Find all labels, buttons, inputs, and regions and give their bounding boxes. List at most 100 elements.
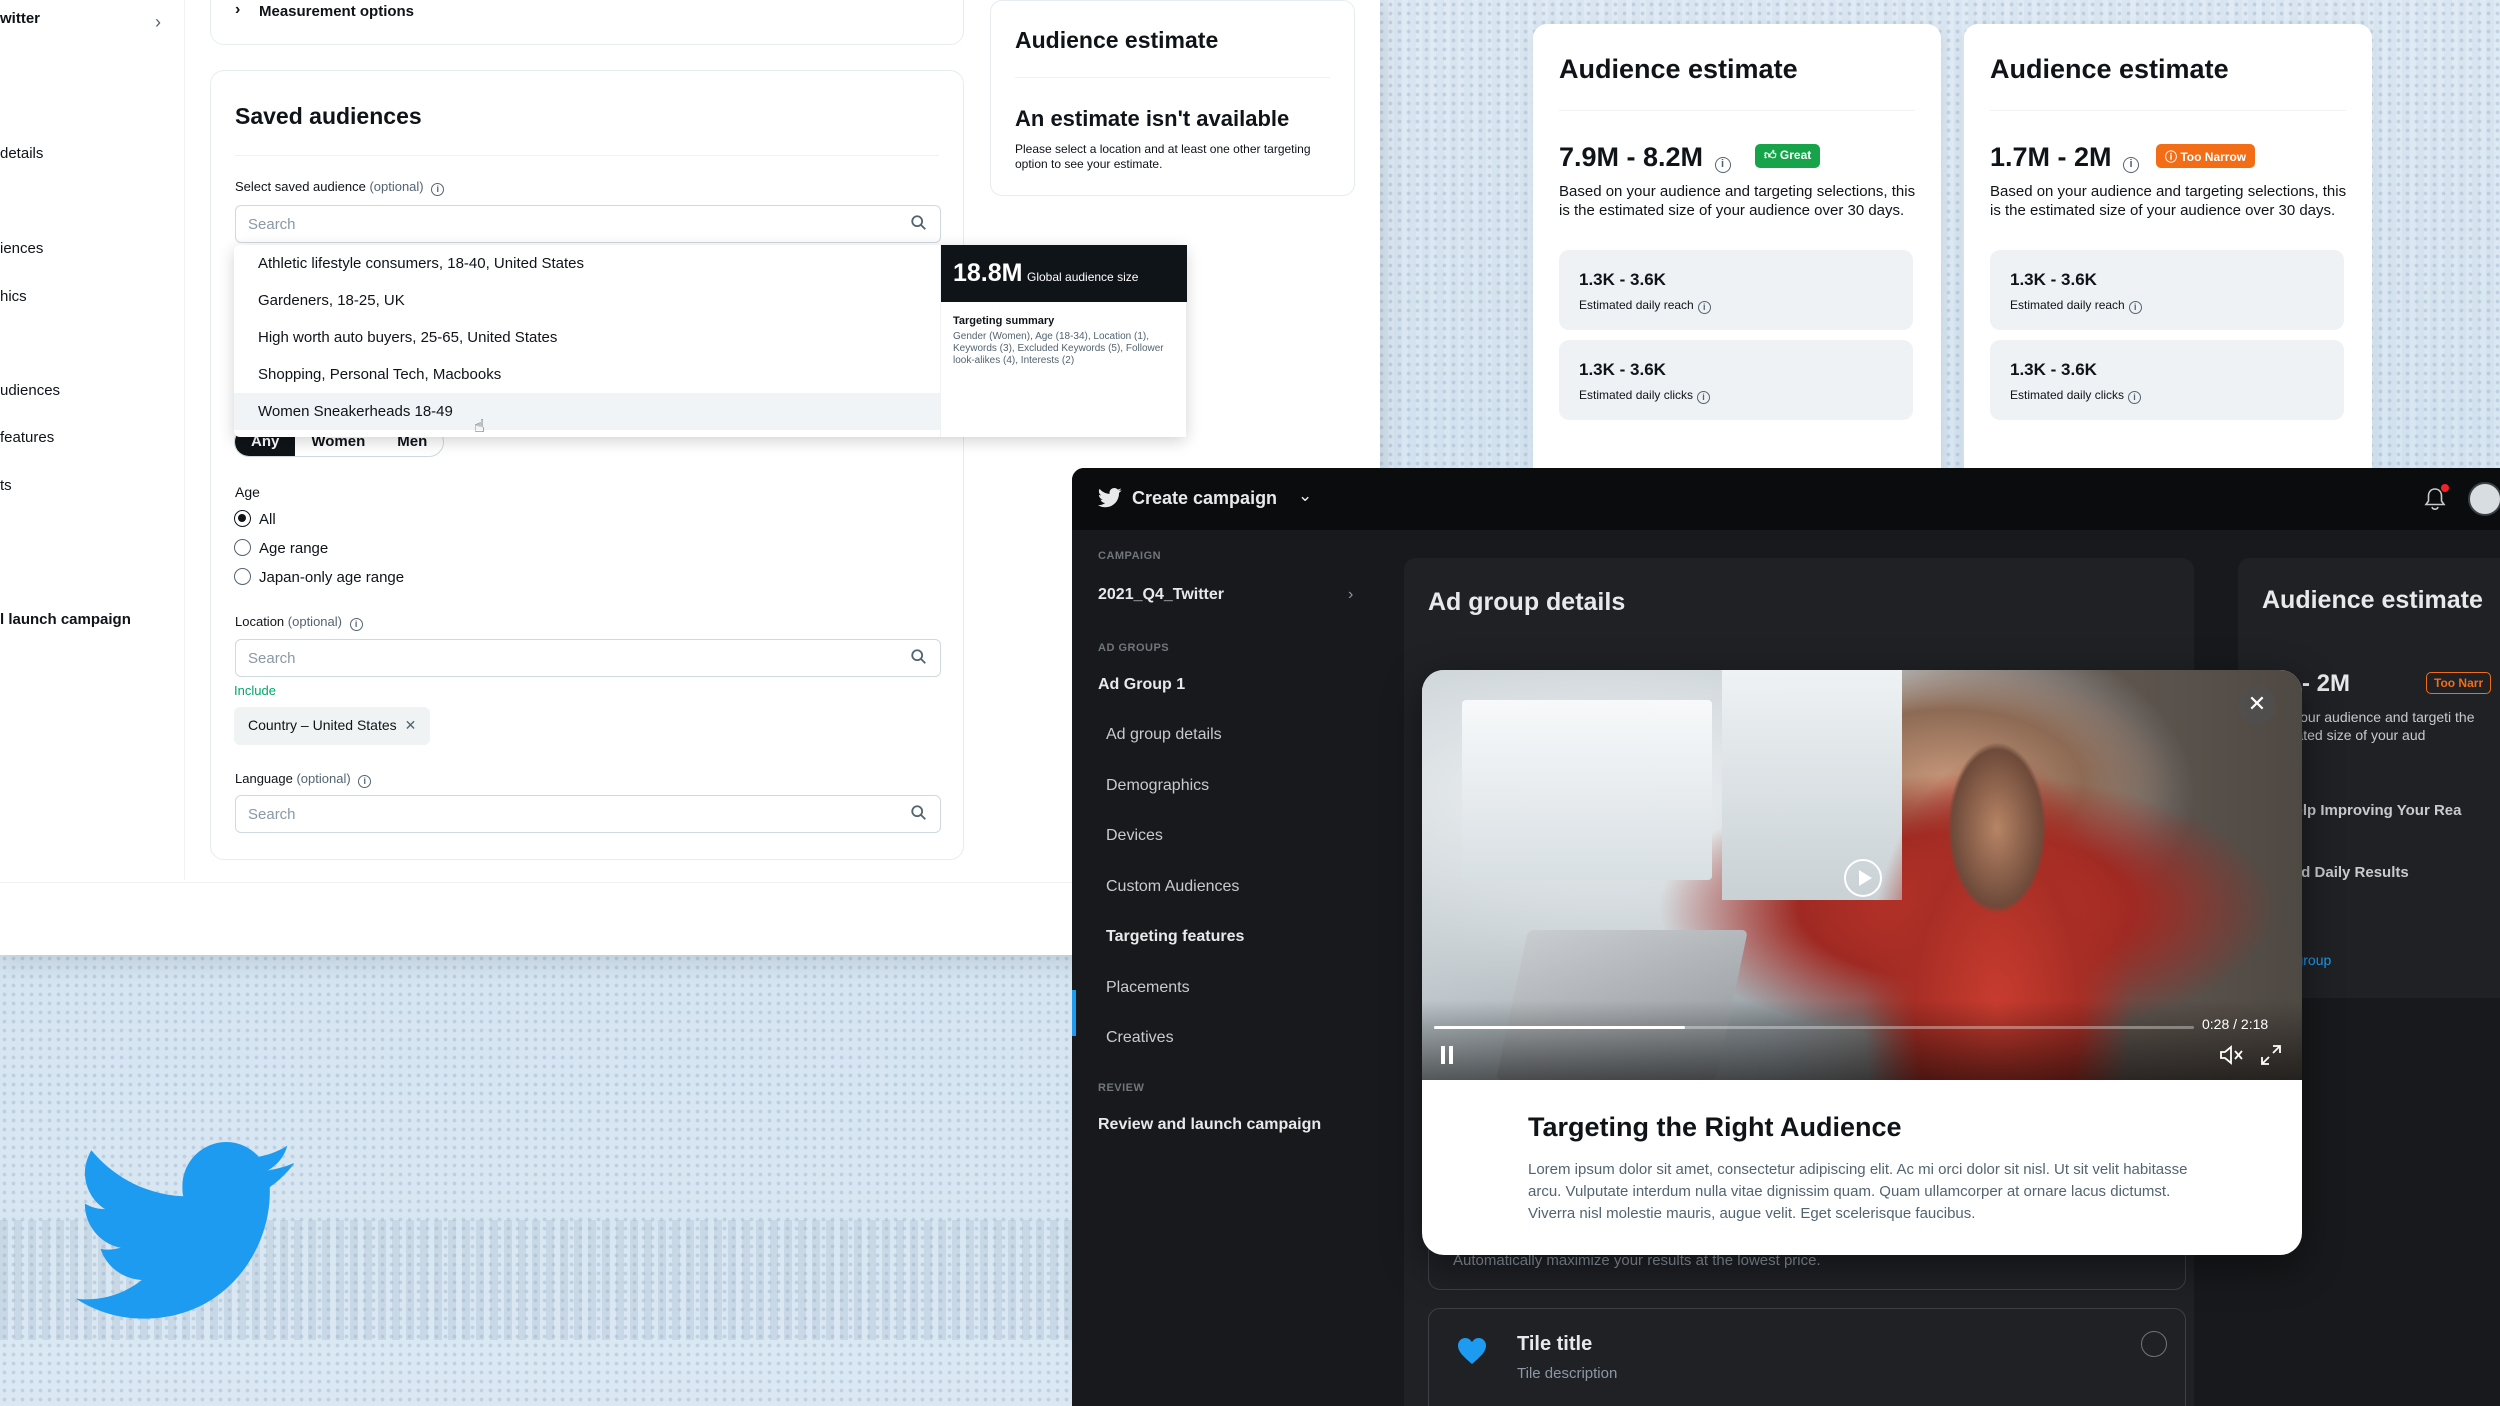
sidebar-item-placements[interactable]: ts bbox=[0, 477, 12, 494]
sidebar-item-custom-audiences[interactable]: udiences bbox=[0, 382, 60, 399]
location-label: Location (optional) i bbox=[235, 614, 363, 631]
info-icon[interactable]: i bbox=[2123, 157, 2140, 173]
dropdown-option[interactable]: Athletic lifestyle consumers, 18-40, Uni… bbox=[234, 245, 940, 282]
measurement-options-card[interactable]: › Measurement options bbox=[210, 0, 964, 45]
fullscreen-icon[interactable] bbox=[2260, 1044, 2282, 1066]
nav-item-devices[interactable]: Devices bbox=[1106, 827, 1163, 845]
status-badge-too-narrow: ⓘ Too Narrow bbox=[2156, 144, 2256, 168]
nav-item-targeting-features[interactable]: Targeting features bbox=[1106, 928, 1244, 946]
pause-icon[interactable] bbox=[1440, 1046, 1454, 1064]
optional-tag: (optional) bbox=[287, 614, 342, 629]
nav-item-creatives[interactable]: Creatives bbox=[1106, 1029, 1174, 1047]
dropdown-option[interactable]: Gardeners, 18-25, UK bbox=[234, 282, 940, 319]
section-label-review: REVIEW bbox=[1098, 1082, 1145, 1094]
sidebar-item-targeting-features[interactable]: features bbox=[0, 429, 54, 446]
nav-item-ad-group-details[interactable]: Ad group details bbox=[1106, 726, 1222, 744]
label-text: Estimated daily clicks bbox=[1579, 388, 1694, 402]
chip-label: Country – United States bbox=[248, 717, 397, 733]
optional-tag: (optional) bbox=[296, 771, 351, 786]
info-icon[interactable]: i bbox=[358, 775, 372, 788]
campaign-sidebar: CAMPAIGN 2021_Q4_Twitter › AD GROUPS Ad … bbox=[1072, 530, 1382, 1406]
nav-item-review-launch[interactable]: Review and launch campaign bbox=[1098, 1116, 1321, 1134]
optional-tag: (optional) bbox=[369, 179, 424, 194]
search-icon bbox=[911, 215, 926, 230]
location-chip[interactable]: Country – United States ✕ bbox=[234, 707, 431, 745]
age-option-japan[interactable]: Japan-only age range bbox=[234, 568, 404, 586]
sidebar-item-details[interactable]: details bbox=[0, 145, 43, 162]
radio-icon[interactable] bbox=[234, 568, 251, 585]
sidebar-item-campaign[interactable]: witter bbox=[0, 10, 40, 27]
info-icon[interactable]: i bbox=[2128, 301, 2142, 314]
sidebar-item-demographics[interactable]: hics bbox=[0, 288, 27, 305]
pointer-cursor-icon: ☝ bbox=[474, 416, 485, 436]
estimate-unavailable-heading: An estimate isn't available bbox=[1015, 106, 1290, 131]
video-player[interactable]: ✕ 0:28 / 2:18 bbox=[1422, 670, 2302, 1080]
global-size-value: 18.8M bbox=[953, 259, 1023, 287]
targeting-summary-text: Gender (Women), Age (18-34), Location (1… bbox=[953, 331, 1164, 366]
nav-item-demographics[interactable]: Demographics bbox=[1106, 777, 1209, 795]
chevron-down-icon[interactable]: ⌄ bbox=[1298, 486, 1312, 506]
notification-dot bbox=[2441, 484, 2449, 492]
estimate-range-value: 7.9M - 8.2M bbox=[1559, 142, 1704, 172]
info-icon[interactable]: i bbox=[1697, 301, 1711, 314]
estimate-title: Audience estimate bbox=[2262, 586, 2483, 614]
metric-value: 1.3K - 3.6K bbox=[2010, 270, 2097, 289]
dropdown-option[interactable]: High worth auto buyers, 25-65, United St… bbox=[234, 319, 940, 356]
info-icon[interactable]: i bbox=[349, 618, 363, 631]
search-placeholder: Search bbox=[248, 650, 296, 667]
campaign-name-item[interactable]: 2021_Q4_Twitter bbox=[1098, 586, 1224, 604]
info-icon[interactable]: i bbox=[1714, 157, 1731, 173]
tile-card[interactable]: Tile title Tile description bbox=[1428, 1308, 2186, 1406]
nav-item-custom-audiences[interactable]: Custom Audiences bbox=[1106, 878, 1239, 896]
language-search-input[interactable]: Search bbox=[235, 795, 941, 833]
label-text: Location bbox=[235, 614, 285, 629]
badge-label: Great bbox=[1779, 148, 1812, 162]
global-size-header: 18.8M Global audience size bbox=[941, 245, 1187, 302]
location-search-input[interactable]: Search bbox=[235, 639, 941, 677]
nav-item-placements[interactable]: Placements bbox=[1106, 979, 1190, 997]
audience-estimate-card-great: Audience estimate 7.9M - 8.2M i 👍︎ Great… bbox=[1533, 24, 1941, 484]
age-option-range[interactable]: Age range bbox=[234, 539, 328, 557]
estimate-range-value: 1.7M - 2M bbox=[1990, 142, 2112, 172]
chevron-right-icon[interactable]: › bbox=[155, 12, 161, 33]
dropdown-option-highlighted[interactable]: Women Sneakerheads 18-49 bbox=[234, 393, 940, 430]
campaign-title[interactable]: Create campaign bbox=[1132, 488, 1277, 509]
saved-audience-search-input[interactable]: Search bbox=[235, 205, 941, 243]
metric-value: 1.3K - 3.6K bbox=[1579, 270, 1666, 289]
dropdown-option[interactable]: Shopping, Personal Tech, Macbooks bbox=[234, 356, 940, 393]
chevron-right-icon[interactable]: › bbox=[235, 1, 240, 19]
video-title: Targeting the Right Audience bbox=[1528, 1112, 1902, 1142]
info-icon[interactable]: i bbox=[431, 183, 445, 196]
estimate-unavailable-text: Please select a location and at least on… bbox=[1015, 142, 1311, 171]
info-icon[interactable]: i bbox=[2128, 391, 2142, 404]
tile-description: Tile description bbox=[1517, 1365, 1618, 1382]
video-description: Lorem ipsum dolor sit amet, consectetur … bbox=[1528, 1161, 2188, 1222]
select-saved-audience-label: Select saved audience (optional) i bbox=[235, 179, 445, 196]
alert-icon: ⓘ bbox=[2165, 150, 2178, 164]
video-progress-track[interactable] bbox=[1434, 1026, 2194, 1029]
mute-icon[interactable] bbox=[2219, 1044, 2245, 1066]
remove-icon[interactable]: ✕ bbox=[405, 717, 417, 733]
sidebar-item-review-launch[interactable]: l launch campaign bbox=[0, 611, 131, 628]
info-icon[interactable]: i bbox=[1697, 391, 1711, 404]
estimate-description: Based on your audience and targeting sel… bbox=[1990, 183, 2347, 219]
global-size-label: Global audience size bbox=[1027, 270, 1139, 284]
close-icon[interactable]: ✕ bbox=[2238, 686, 2276, 724]
estimate-range: 7.9M - 8.2M i bbox=[1559, 142, 1731, 173]
radio-icon[interactable] bbox=[234, 539, 251, 556]
age-option-all[interactable]: All bbox=[234, 510, 276, 528]
radio-icon[interactable] bbox=[2141, 1331, 2167, 1357]
divider bbox=[1990, 110, 2346, 111]
video-modal: ✕ 0:28 / 2:18 Targeting the Right Audien… bbox=[1422, 670, 2302, 1255]
ad-group-item[interactable]: Ad Group 1 bbox=[1098, 676, 1185, 694]
estimate-unavailable-card: Audience estimate An estimate isn't avai… bbox=[990, 0, 1355, 196]
avatar[interactable] bbox=[2468, 482, 2500, 516]
active-indicator bbox=[1072, 990, 1076, 1036]
play-icon[interactable] bbox=[1844, 859, 1882, 897]
estimate-title: Audience estimate bbox=[1015, 27, 1219, 53]
radio-selected-icon[interactable] bbox=[234, 510, 251, 527]
divider bbox=[1559, 110, 1915, 111]
sidebar-item-audiences[interactable]: iences bbox=[0, 240, 43, 257]
metric-value: 1.3K - 3.6K bbox=[2010, 360, 2097, 379]
chevron-right-icon[interactable]: › bbox=[1348, 586, 1353, 604]
